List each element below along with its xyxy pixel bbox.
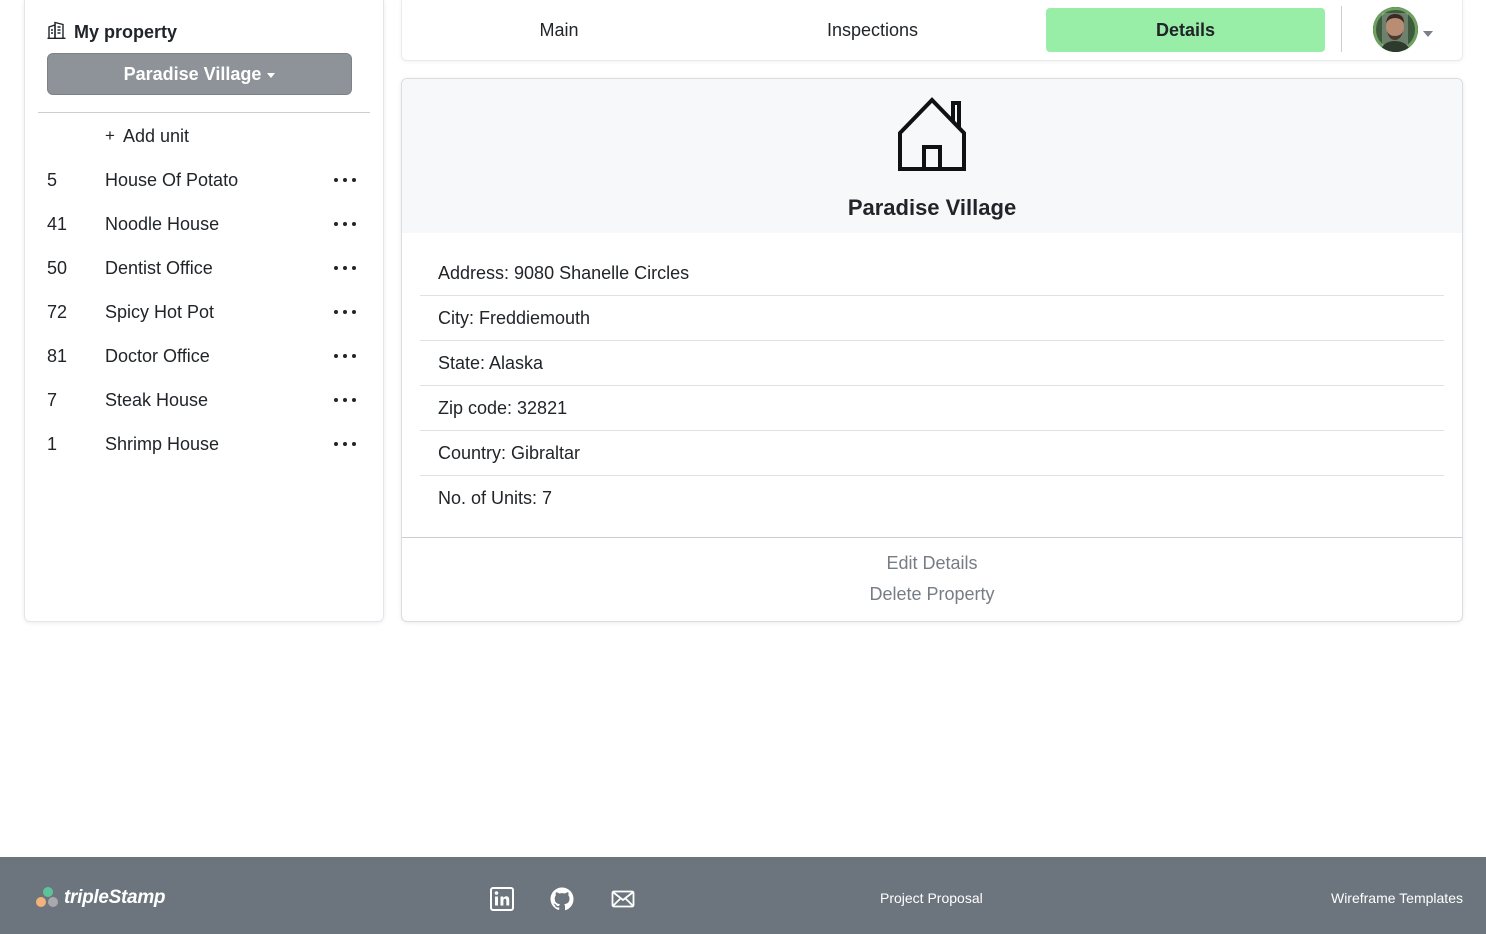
project-proposal-link[interactable]: Project Proposal [880,890,983,906]
edit-details-button[interactable]: Edit Details [402,553,1462,574]
more-options-icon[interactable] [334,393,356,407]
units-count-field: No. of Units: 7 [438,488,553,508]
list-item[interactable]: 1 Shrimp House [25,422,385,466]
chevron-down-icon [267,72,276,78]
list-item[interactable]: 81 Doctor Office [25,334,385,378]
unit-name: Spicy Hot Pot [105,301,215,322]
zip-code-field: Zip code: 32821 [420,386,1444,431]
unit-list: 5 House Of Potato 41 Noodle House 50 Den… [25,158,385,466]
wireframe-templates-link[interactable]: Wireframe Templates [1331,890,1463,906]
property-selector-dropdown[interactable]: Paradise Village [47,53,352,95]
unit-number: 72 [47,301,68,322]
list-item[interactable]: 41 Noodle House [25,202,385,246]
list-item[interactable]: 72 Spicy Hot Pot [25,290,385,334]
mail-icon[interactable] [611,887,635,911]
unit-name: Shrimp House [105,433,220,454]
property-info-list: Address: 9080 Shanelle Circles City: Fre… [420,251,1444,521]
unit-number: 5 [47,169,58,190]
add-unit-button[interactable]: + Add unit [105,124,189,148]
github-icon[interactable] [550,887,574,911]
add-unit-label: Add unit [122,125,189,146]
property-name: Paradise Village [847,195,1017,220]
sidebar-header: My property [47,20,177,44]
nav-divider [1341,6,1342,52]
more-options-icon[interactable] [334,349,356,363]
unit-name: Dentist Office [105,257,213,278]
country-field: Country: Gibraltar [420,431,1444,476]
brand-name: tripleStamp [64,887,166,908]
plus-icon: + [105,126,115,145]
card-header: Paradise Village [402,79,1462,233]
unit-number: 41 [47,213,68,234]
more-options-icon[interactable] [334,261,356,275]
delete-property-button[interactable]: Delete Property [402,584,1462,605]
unit-number: 7 [47,389,58,410]
unit-name: Noodle House [105,213,220,234]
linkedin-icon[interactable] [490,887,514,911]
list-item[interactable]: 50 Dentist Office [25,246,385,290]
more-options-icon[interactable] [334,173,356,187]
list-item[interactable]: 7 Steak House [25,378,385,422]
property-details-card: Paradise Village Address: 9080 Shanelle … [401,78,1463,622]
state-field: State: Alaska [420,341,1444,386]
tab-details[interactable]: Details [1046,8,1325,52]
card-footer-divider [402,537,1462,538]
unit-name: Steak House [105,389,209,410]
property-sidebar: My property Paradise Village + Add unit … [24,0,384,622]
logo-icon [36,887,60,909]
chevron-down-icon[interactable] [1423,24,1433,42]
unit-number: 50 [47,257,68,278]
unit-number: 81 [47,345,68,366]
page-footer: tripleStamp Project Proposal Wireframe T… [0,857,1486,934]
address-field: Address: 9080 Shanelle Circles [420,251,1444,296]
unit-name: Doctor Office [105,345,210,366]
list-item[interactable]: 5 House Of Potato [25,158,385,202]
property-selector-label: Paradise Village [123,63,262,84]
sidebar-divider [38,112,370,113]
more-options-icon[interactable] [334,437,356,451]
unit-name: House Of Potato [105,169,239,190]
house-icon [898,97,966,171]
top-nav: Main Inspections Details [401,0,1463,61]
brand-logo[interactable]: tripleStamp [36,887,166,909]
city-field: City: Freddiemouth [420,296,1444,341]
sidebar-title: My property [74,21,178,42]
building-icon [47,21,66,44]
tab-main[interactable]: Main [402,8,716,52]
tab-inspections[interactable]: Inspections [716,8,1029,52]
avatar[interactable] [1373,7,1418,52]
more-options-icon[interactable] [334,217,356,231]
more-options-icon[interactable] [334,305,356,319]
unit-number: 1 [47,433,58,454]
